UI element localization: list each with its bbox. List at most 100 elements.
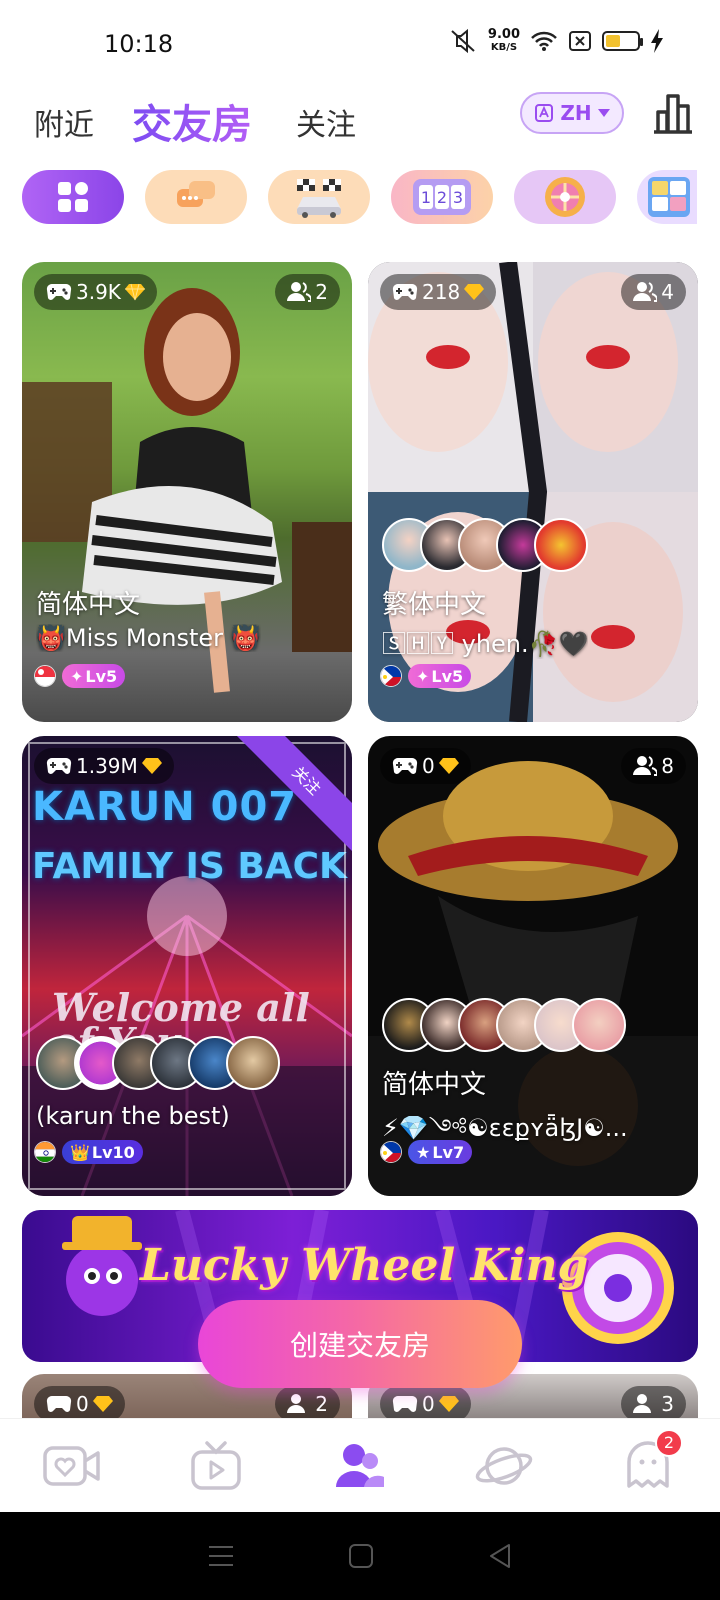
language-selector[interactable]: ZH [520, 92, 624, 134]
india-flag-icon [34, 1141, 56, 1163]
charging-icon [651, 29, 663, 53]
diamond-icon [141, 758, 162, 774]
room-title: (karun the best) [36, 1102, 230, 1130]
wifi-icon [531, 31, 557, 51]
create-room-button[interactable]: 创建交友房 [198, 1300, 522, 1388]
room-meta: ✦ Lv5 [380, 664, 472, 688]
translate-icon [535, 104, 554, 122]
network-speed: 9.00 KB/S [487, 27, 520, 53]
gem-count: 0 [76, 1392, 89, 1416]
race-icon [297, 179, 341, 218]
room-meta: ★ Lv7 [380, 1140, 473, 1164]
member-count: 8 [661, 754, 674, 778]
message-badge: 2 [655, 1428, 683, 1457]
gem-count-badge: 0 [380, 1386, 471, 1422]
svg-text:3: 3 [453, 188, 463, 207]
level-badge: ✦ Lv5 [62, 664, 126, 688]
gem-count: 0 [422, 754, 435, 778]
home-icon[interactable] [348, 1543, 374, 1569]
level-badge: ★ Lv7 [408, 1140, 473, 1164]
diamond-icon [464, 284, 485, 300]
leaderboard-icon[interactable] [650, 90, 696, 136]
users-icon [287, 282, 312, 302]
category-racing[interactable] [268, 170, 370, 224]
number-game-icon: 123 [413, 179, 471, 215]
gamepad-icon [392, 1395, 418, 1412]
sim-off-icon [569, 31, 591, 51]
room-title: 🅂🄷🅈 yhen.🥀🖤 [382, 630, 589, 658]
video-heart-icon [43, 1445, 100, 1486]
sparkle-icon: ✦ [70, 666, 84, 686]
category-all[interactable] [22, 170, 124, 224]
category-bar: 123 [22, 170, 698, 226]
gem-count: 0 [422, 1392, 435, 1416]
nav-explore[interactable] [469, 1431, 539, 1501]
users-icon [633, 1394, 652, 1413]
crown-icon: 👑 [70, 1142, 90, 1162]
diamond-icon [438, 1396, 459, 1412]
back-icon[interactable] [487, 1543, 513, 1569]
philippines-flag-icon [380, 665, 402, 687]
nav-friend-rooms[interactable] [325, 1431, 395, 1501]
room-card[interactable]: 0 8 简体中文 ⚡💎༺☯ɛɛքʏǟɮJ☯... ★ Lv7 [368, 736, 698, 1196]
gamepad-icon [46, 1395, 72, 1412]
gem-count-badge: 0 [34, 1386, 125, 1422]
gem-count: 218 [422, 280, 461, 304]
category-sudoku[interactable] [637, 170, 697, 224]
member-count-badge: 2 [275, 1386, 340, 1422]
room-meta: ✦ Lv5 [34, 664, 126, 688]
planet-icon [475, 1446, 533, 1485]
category-chat[interactable] [145, 170, 247, 224]
room-card[interactable]: 3.9K 2 简体中文 👹Miss Monster 👹 ✦ Lv5 [22, 262, 352, 722]
tv-play-icon [191, 1440, 241, 1490]
tab-friend-rooms[interactable]: 交友房 [132, 92, 252, 150]
category-wheel[interactable] [514, 170, 616, 224]
grid-icon [58, 182, 88, 212]
member-avatars [382, 518, 588, 572]
menu-icon[interactable] [207, 1544, 235, 1568]
gamepad-icon [46, 757, 72, 774]
tab-nearby[interactable]: 附近 [34, 100, 94, 144]
category-number-game[interactable]: 123 [391, 170, 493, 224]
singapore-flag-icon [34, 665, 56, 687]
room-language: 繁体中文 [382, 590, 487, 620]
level-badge: 👑 Lv10 [62, 1140, 143, 1164]
diamond-icon [92, 1396, 113, 1412]
philippines-flag-icon [380, 1141, 402, 1163]
language-label: ZH [560, 101, 592, 125]
nav-live[interactable] [37, 1431, 107, 1501]
gem-count: 1.39M [76, 754, 138, 778]
member-count-badge: 8 [621, 748, 686, 784]
wheel-icon [545, 177, 585, 217]
gamepad-icon [46, 283, 72, 300]
gem-count-badge: 218 [380, 274, 497, 310]
member-count-badge: 4 [621, 274, 686, 310]
avatar [534, 518, 588, 572]
chat-icon [177, 181, 215, 207]
room-language: 简体中文 [382, 1070, 487, 1100]
svg-text:2: 2 [437, 188, 447, 207]
nav-videos[interactable] [181, 1431, 251, 1501]
member-avatars [36, 1036, 280, 1090]
status-bar: 10:18 9.00 KB/S [0, 0, 720, 86]
nav-messages[interactable]: 2 [613, 1428, 683, 1501]
room-card[interactable]: KARUN 007 FAMILY IS BACK Welcome all of … [22, 736, 352, 1196]
tab-following[interactable]: 关注 [296, 100, 356, 144]
member-count: 2 [315, 1392, 328, 1416]
level-badge: ✦ Lv5 [408, 664, 472, 688]
mute-icon [451, 28, 475, 54]
status-time: 10:18 [104, 30, 174, 58]
gamepad-icon [392, 283, 418, 300]
gem-count-badge: 3.9K [34, 274, 157, 310]
member-count-badge: 2 [275, 274, 340, 310]
status-icons: 9.00 KB/S [448, 28, 664, 54]
room-title: 👹Miss Monster 👹 [36, 624, 261, 652]
room-meta: 👑 Lv10 [34, 1140, 143, 1164]
system-navigation-bar [0, 1512, 720, 1600]
banner-title: Lucky Wheel King [140, 1240, 589, 1291]
room-card[interactable]: 218 4 繁体中文 🅂🄷🅈 yhen.🥀🖤 ✦ Lv5 [368, 262, 698, 722]
svg-text:1: 1 [421, 188, 431, 207]
diamond-icon [438, 758, 459, 774]
room-feed: 3.9K 2 简体中文 👹Miss Monster 👹 ✦ Lv5 218 4 … [22, 262, 698, 1422]
users-icon [633, 756, 658, 776]
